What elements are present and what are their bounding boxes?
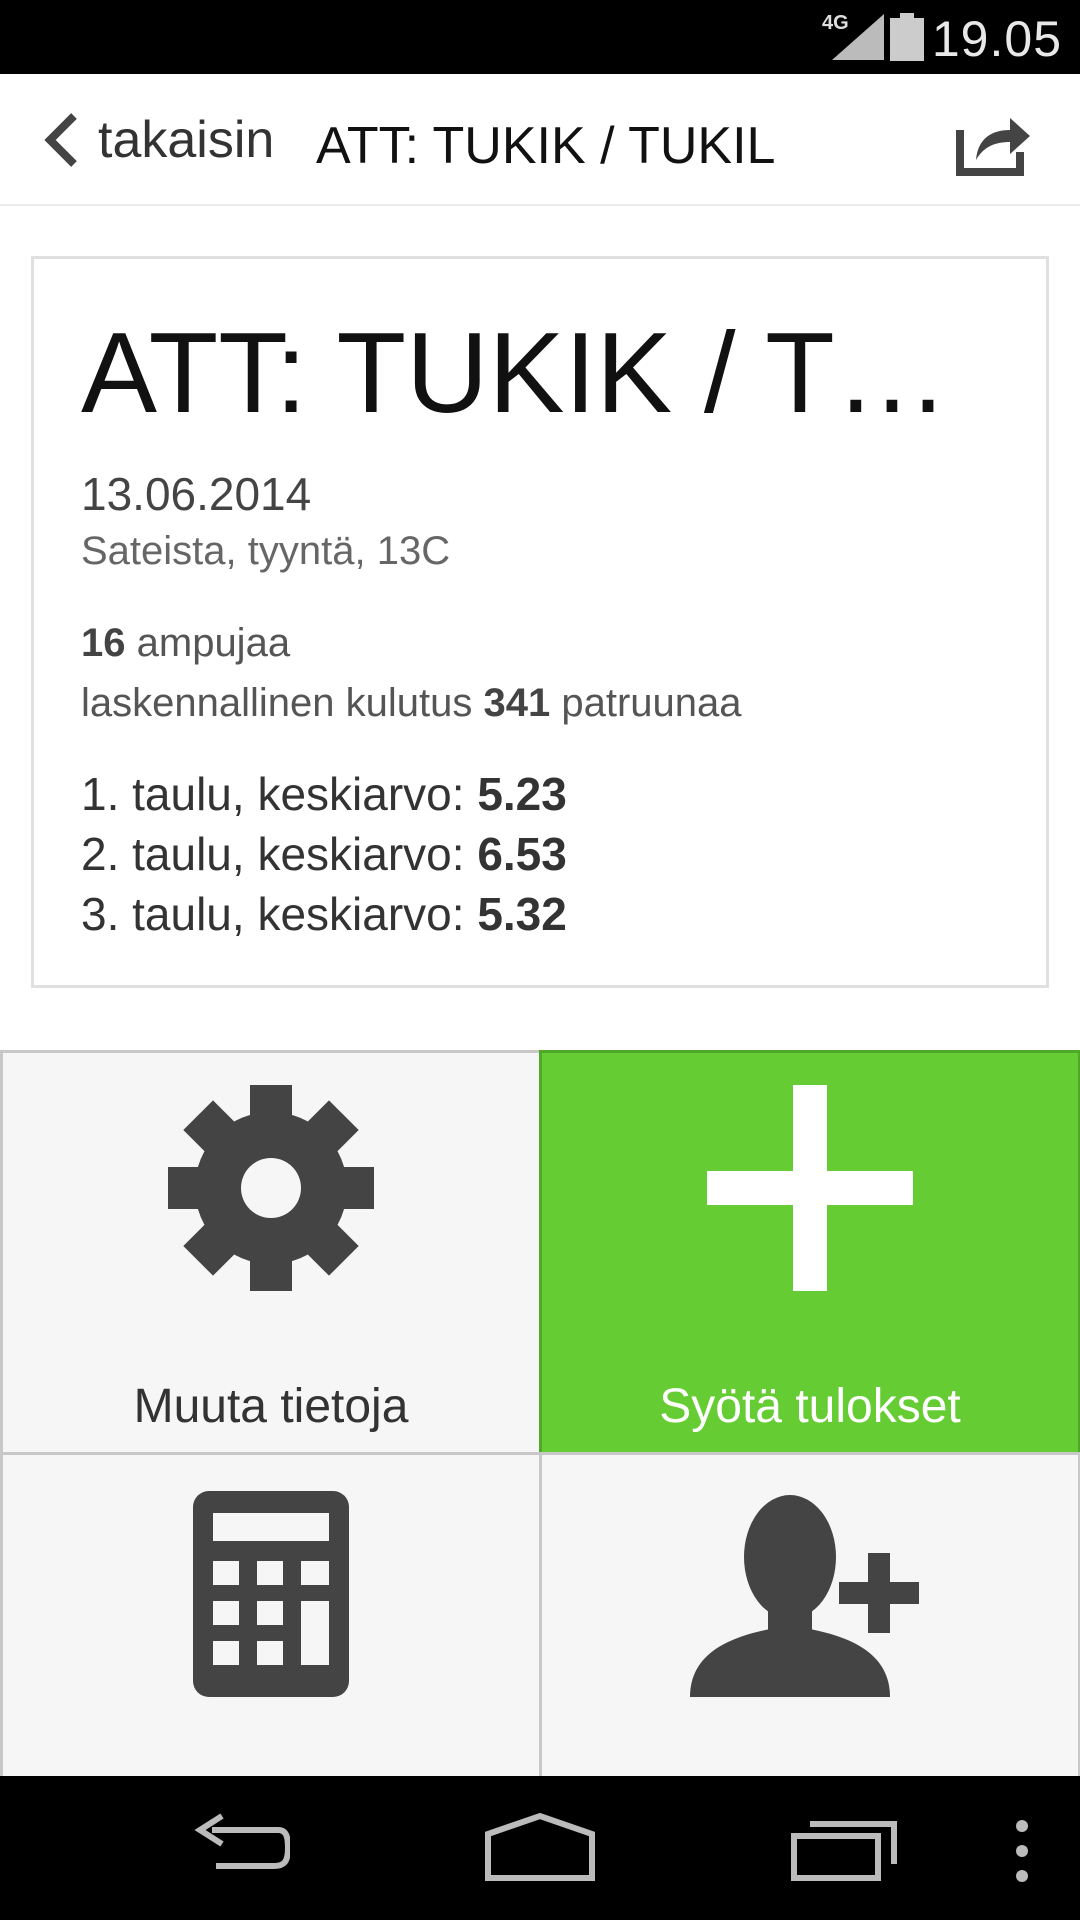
target-average-row: 3. taulu, keskiarvo: 5.32 [81, 887, 567, 941]
page-title: ATT: TUKIK / TUKIL [316, 117, 776, 175]
back-button[interactable]: takaisin [40, 102, 274, 178]
overflow-menu-icon[interactable] [1010, 1818, 1034, 1884]
weather-text: Sateista, tyyntä, 13C [81, 529, 451, 573]
session-card: ATT: TUKIK / TUKIL 13.06.2014 Sateista, … [31, 256, 1049, 988]
target-label: 2. taulu, keskiarvo: [81, 828, 465, 880]
target-average-row: 1. taulu, keskiarvo: 5.23 [81, 767, 567, 821]
target-value: 6.53 [477, 828, 567, 880]
add-person-icon [690, 1495, 919, 1697]
consumption-line: laskennallinen kulutus 341 patruunaa [81, 681, 742, 726]
signal-icon [832, 14, 884, 60]
shooters-label: ampujaa [136, 621, 291, 665]
system-nav-bar [0, 1776, 1080, 1920]
share-icon[interactable] [954, 108, 1034, 178]
shooters-line: 16 ampujaa [81, 621, 290, 666]
consumption-prefix: laskennallinen kulutus [81, 681, 473, 725]
shooters-count: 16 [81, 621, 126, 665]
plus-icon [707, 1085, 913, 1291]
tile-label: Syötä tulokset [659, 1380, 961, 1433]
status-bar: 4G 19.05 [0, 0, 1080, 74]
target-label: 1. taulu, keskiarvo: [81, 768, 465, 820]
card-title: ATT: TUKIK / TUKIL [81, 310, 1011, 437]
back-nav-icon[interactable] [186, 1812, 290, 1884]
back-label: takaisin [98, 111, 275, 169]
calculator-icon [193, 1491, 349, 1697]
target-label: 3. taulu, keskiarvo: [81, 888, 465, 940]
session-date: 13.06.2014 [81, 468, 312, 520]
edit-details-tile[interactable]: Muuta tietoja [0, 1050, 542, 1455]
gear-icon [168, 1085, 374, 1291]
chevron-left-icon [44, 113, 77, 167]
target-value: 5.32 [477, 888, 567, 940]
battery-icon [890, 13, 924, 61]
app-header: takaisin ATT: TUKIK / TUKIL [0, 74, 1080, 206]
clock: 19.05 [931, 11, 1062, 67]
target-value: 5.23 [477, 768, 567, 820]
recent-apps-nav-icon[interactable] [790, 1812, 900, 1884]
consumption-value: 341 [483, 681, 551, 725]
consumption-unit: patruunaa [561, 681, 742, 725]
home-nav-icon[interactable] [484, 1812, 596, 1884]
enter-results-tile[interactable]: Syötä tulokset [539, 1050, 1080, 1455]
target-average-row: 2. taulu, keskiarvo: 6.53 [81, 827, 567, 881]
tile-label: Muuta tietoja [133, 1380, 409, 1433]
